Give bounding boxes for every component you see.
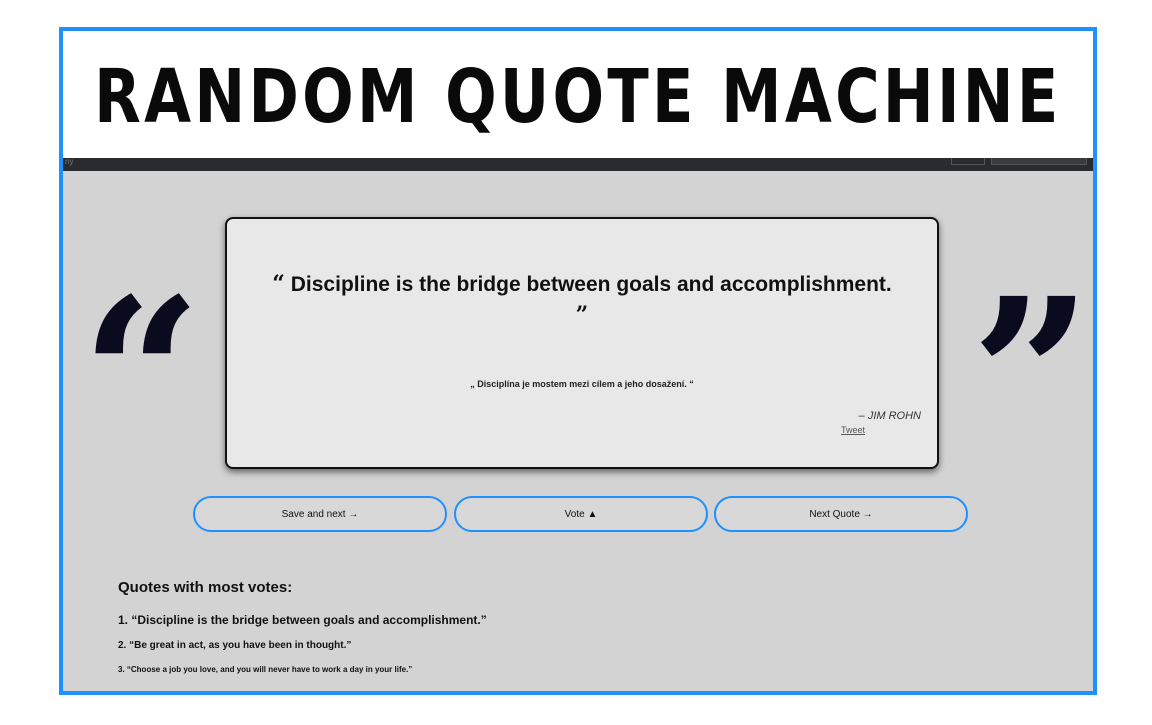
screenshot-frame: RANDOM QUOTE MACHINE ny “ ” “ Discipline… [59,27,1097,695]
browser-toolbar-strip: ny [63,157,1093,171]
quote-open-mark: “ [272,271,285,297]
list-item: 2. “Be great in act, as you have been in… [118,640,352,651]
page-title: RANDOM QUOTE MACHINE [94,53,1062,140]
next-quote-button[interactable]: Next Quote → [714,496,968,532]
toolbar-field[interactable] [991,158,1087,165]
vote-button[interactable]: Vote ▲ [454,496,708,532]
quote-close-mark: ” [575,302,589,328]
most-voted-list: 1. “Discipline is the bridge between goa… [118,613,487,674]
close-quote-icon: ” [971,252,1092,499]
quote-text: Discipline is the bridge between goals a… [290,273,892,296]
open-quote-icon: “ [81,252,202,499]
toolbar-button[interactable] [951,158,985,165]
list-item: 1. “Discipline is the bridge between goa… [118,613,487,627]
toolbar-text: ny [65,157,74,166]
tweet-link[interactable]: Tweet [841,425,865,435]
quote-card: “ Discipline is the bridge between goals… [225,217,939,469]
title-banner: RANDOM QUOTE MACHINE [63,31,1093,158]
quote-author: – JIM ROHN [858,410,921,422]
most-voted-heading: Quotes with most votes: [118,579,293,596]
save-and-next-button[interactable]: Save and next → [193,496,447,532]
app-area: “ ” “ Discipline is the bridge between g… [63,171,1093,691]
quote-text-block: “ Discipline is the bridge between goals… [237,269,927,331]
list-item: 3. “Choose a job you love, and you will … [118,665,413,674]
quote-translation: „ Disciplína je mostem mezi cílem a jeho… [470,379,694,389]
